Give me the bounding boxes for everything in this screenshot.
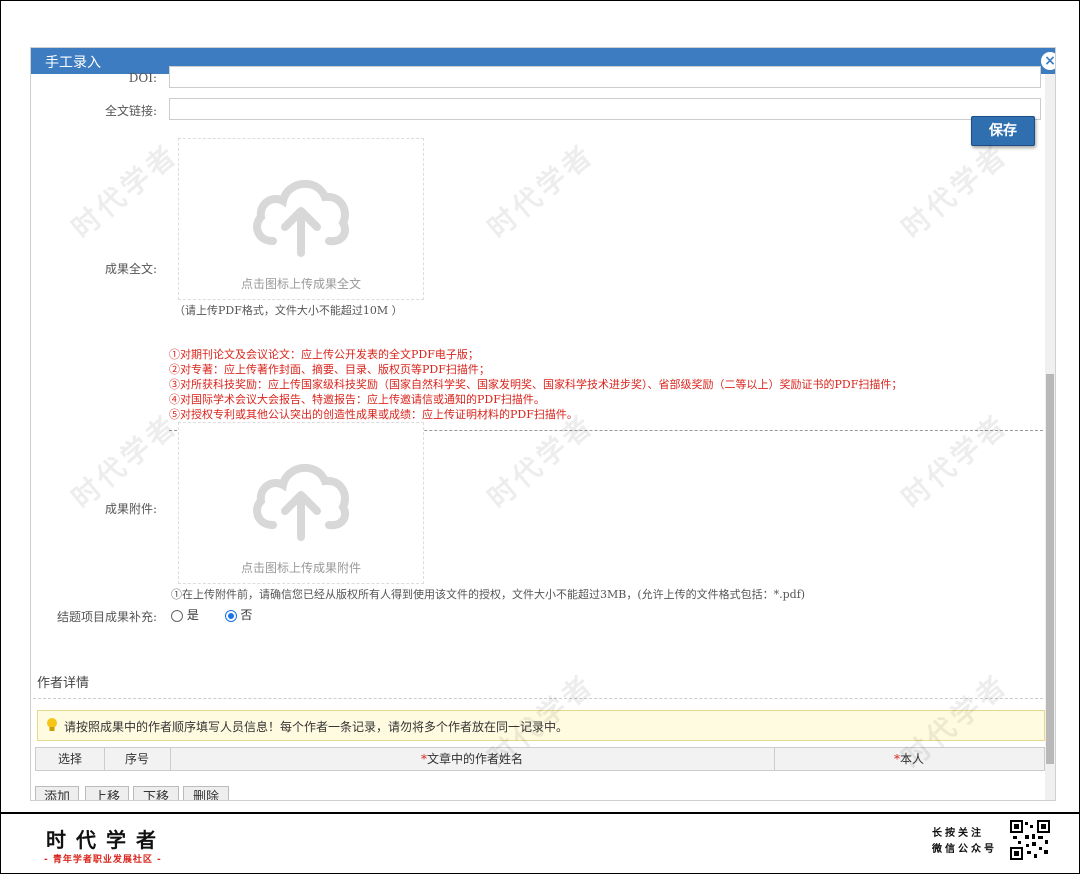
doi-label: DOI: xyxy=(128,71,157,85)
radio-yes-label: 是 xyxy=(186,608,199,622)
move-down-button[interactable]: 下移 xyxy=(133,786,179,800)
fulltext-label: 成果全文: xyxy=(104,262,157,276)
rule-item: ⑤对授权专利或其他公认突出的创造性成果或成绩：应上传证明材料的PDF扫描件。 xyxy=(169,408,578,421)
authors-section-title: 作者详情 xyxy=(37,676,90,691)
follow-text: 长按关注 微信公众号 xyxy=(932,826,997,858)
radio-no[interactable] xyxy=(224,609,237,622)
dialog-title: 手工录入 xyxy=(45,55,101,71)
attachment-upload-area[interactable]: 点击图标上传成果附件 xyxy=(178,422,424,584)
brand-tagline: - 青年学者职业发展社区 - xyxy=(44,855,162,865)
dialog-scrollbar[interactable] xyxy=(1045,74,1055,800)
supplement-label: 结题项目成果补充: xyxy=(56,610,157,624)
rule-item: ②对专著：应上传著作封面、摘要、目录、版权页等PDF扫描件； xyxy=(169,363,490,376)
close-icon[interactable]: × xyxy=(1041,52,1055,70)
move-up-button[interactable]: 上移 xyxy=(85,786,129,800)
attachment-hint: ①在上传附件前，请确信您已经从版权所有人得到使用该文件的授权，文件大小不能超过3… xyxy=(171,588,806,601)
column-select: 选择 xyxy=(36,748,105,770)
scrollbar-thumb[interactable] xyxy=(1046,374,1054,764)
column-order: 序号 xyxy=(104,748,171,770)
delete-author-button[interactable]: 删除 xyxy=(183,786,229,800)
follow-line: 长按关注 xyxy=(932,828,984,839)
rule-item: ③对所获科技奖励：应上传国家级科技奖励（国家自然科学奖、国家发明奖、国家科学技术… xyxy=(169,378,903,391)
qr-code-icon xyxy=(1010,820,1050,860)
doi-field[interactable] xyxy=(169,66,1041,88)
cloud-upload-icon xyxy=(253,463,350,541)
footer-banner: 时代学者 - 青年学者职业发展社区 - 长按关注 微信公众号 xyxy=(0,812,1080,876)
fulltext-hint: （请上传PDF格式，文件大小不能超过10M ） xyxy=(174,304,403,317)
lightbulb-icon xyxy=(47,718,57,731)
brand-logo-text: 时代学者 xyxy=(46,828,166,852)
rule-item: ④对国际学术会议大会报告、特邀报告：应上传邀请信或通知的PDF扫描件。 xyxy=(169,393,545,406)
cloud-upload-icon xyxy=(253,179,350,257)
fulltext-upload-area[interactable]: 点击图标上传成果全文 xyxy=(178,138,424,300)
fulltext-link-field[interactable] xyxy=(169,98,1041,120)
column-author-name: *文章中的作者姓名 xyxy=(170,748,775,770)
attachment-upload-caption: 点击图标上传成果附件 xyxy=(240,561,361,575)
fulltext-upload-caption: 点击图标上传成果全文 xyxy=(240,277,361,291)
radio-yes[interactable] xyxy=(171,609,183,622)
radio-no-label: 否 xyxy=(240,608,253,622)
follow-line: 微信公众号 xyxy=(932,844,997,855)
fulltext-rules: ①对期刊论文及会议论文：应上传公开发表的全文PDF电子版； ②对专著：应上传著作… xyxy=(169,347,902,422)
fulltext-link-label: 全文链接: xyxy=(104,104,157,118)
supplement-radio-group: 是 否 xyxy=(171,606,252,623)
authors-table-header: 选择 序号 *文章中的作者姓名 *本人 xyxy=(35,747,1045,771)
add-author-button[interactable]: 添加 xyxy=(35,786,79,800)
rule-item: ①对期刊论文及会议论文：应上传公开发表的全文PDF电子版； xyxy=(169,348,479,361)
